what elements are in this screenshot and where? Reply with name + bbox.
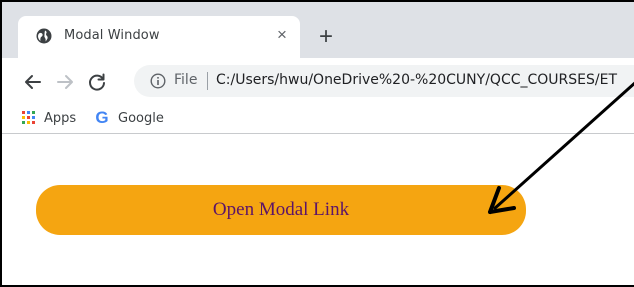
reload-icon[interactable] bbox=[86, 71, 108, 93]
address-separator bbox=[207, 72, 208, 90]
bookmark-apps[interactable]: Apps bbox=[22, 109, 76, 127]
tab-close-icon[interactable]: × bbox=[272, 25, 292, 45]
address-bar[interactable]: File C:/Users/hwu/OneDrive%20-%20CUNY/QC… bbox=[134, 65, 634, 97]
page-content: Open Modal Link bbox=[2, 135, 634, 285]
google-g-icon: G bbox=[95, 108, 109, 127]
info-icon[interactable] bbox=[150, 73, 166, 89]
back-arrow-icon[interactable] bbox=[22, 71, 44, 93]
bookmark-google[interactable]: G Google bbox=[94, 108, 164, 127]
apps-grid-icon bbox=[22, 111, 36, 125]
bookmarks-bar: Apps G Google bbox=[2, 102, 634, 134]
scheme-label: File bbox=[174, 72, 198, 88]
browser-window: Modal Window × + File C:/Users/hwu/OneDr… bbox=[0, 0, 634, 287]
tab-strip: Modal Window × + bbox=[2, 2, 634, 58]
globe-icon bbox=[36, 28, 52, 44]
bookmark-label: Google bbox=[118, 110, 164, 126]
new-tab-button[interactable]: + bbox=[312, 23, 340, 51]
tab-modal-window[interactable]: Modal Window × bbox=[18, 16, 300, 58]
url-text[interactable]: C:/Users/hwu/OneDrive%20-%20CUNY/QCC_COU… bbox=[216, 72, 617, 88]
tab-title: Modal Window bbox=[64, 28, 160, 43]
forward-arrow-icon[interactable] bbox=[54, 71, 76, 93]
browser-toolbar: File C:/Users/hwu/OneDrive%20-%20CUNY/QC… bbox=[2, 58, 634, 102]
open-modal-button[interactable]: Open Modal Link bbox=[36, 185, 526, 235]
bookmark-label: Apps bbox=[44, 110, 77, 126]
